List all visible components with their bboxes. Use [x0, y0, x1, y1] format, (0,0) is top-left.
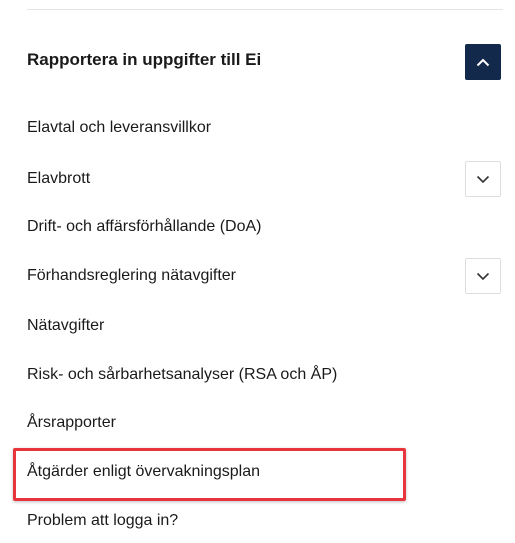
- collapse-button[interactable]: [465, 44, 501, 80]
- menu-item-atgarder[interactable]: Åtgärder enligt övervakningsplan: [27, 463, 260, 481]
- menu-item-elavtal[interactable]: Elavtal och leveransvillkor: [27, 119, 211, 137]
- chevron-up-icon: [476, 58, 490, 66]
- report-menu: Rapportera in uppgifter till Ei Elavtal …: [0, 0, 515, 543]
- divider: [27, 9, 503, 10]
- menu-item-forhandsreglering[interactable]: Förhandsreglering nätavgifter: [27, 267, 236, 285]
- menu-item-doa[interactable]: Drift- och affärsförhållande (DoA): [27, 218, 261, 236]
- menu-item-problem-logga-in[interactable]: Problem att logga in?: [27, 512, 178, 530]
- menu-item-arsrapporter[interactable]: Årsrapporter: [27, 414, 116, 432]
- expand-elavbrott-button[interactable]: [465, 161, 501, 197]
- chevron-down-icon: [476, 175, 490, 183]
- menu-item-natavgifter[interactable]: Nätavgifter: [27, 317, 104, 335]
- menu-item-elavbrott[interactable]: Elavbrott: [27, 170, 90, 188]
- expand-forhandsreglering-button[interactable]: [465, 258, 501, 294]
- menu-item-risk[interactable]: Risk- och sårbarhetsanalyser (RSA och ÅP…: [27, 366, 337, 384]
- menu-title[interactable]: Rapportera in uppgifter till Ei: [27, 50, 261, 70]
- chevron-down-icon: [476, 272, 490, 280]
